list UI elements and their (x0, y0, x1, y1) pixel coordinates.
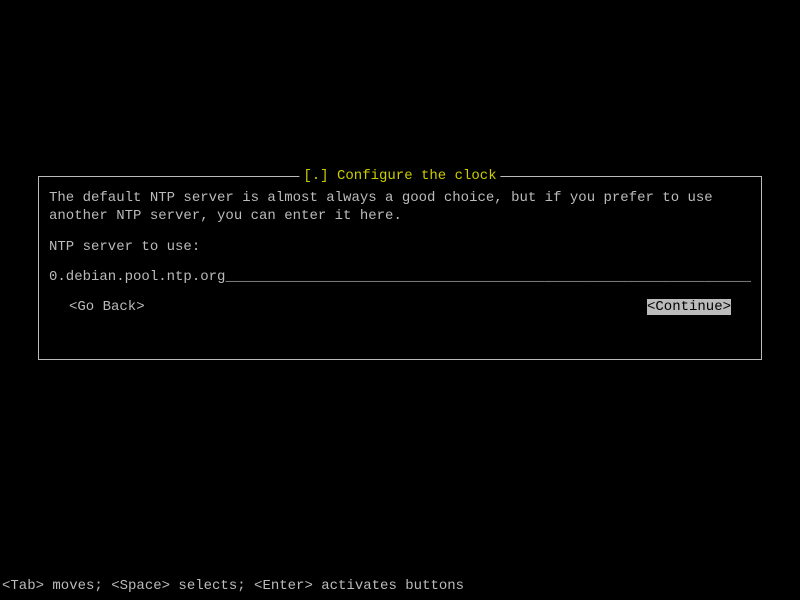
input-fill: ________________________________________… (225, 269, 751, 285)
go-back-button[interactable]: <Go Back> (69, 299, 145, 315)
dialog-box: [.] Configure the clock The default NTP … (38, 176, 762, 360)
footer-hint: <Tab> moves; <Space> selects; <Enter> ac… (2, 578, 464, 594)
continue-button[interactable]: <Continue> (647, 299, 731, 315)
help-text: The default NTP server is almost always … (49, 189, 751, 225)
prompt-label: NTP server to use: (49, 239, 751, 255)
ntp-server-input[interactable]: 0.debian.pool.ntp.org___________________… (49, 269, 751, 285)
input-value: 0.debian.pool.ntp.org (49, 269, 225, 285)
dialog-content: The default NTP server is almost always … (39, 177, 761, 359)
button-row: <Go Back> <Continue> (49, 299, 751, 315)
